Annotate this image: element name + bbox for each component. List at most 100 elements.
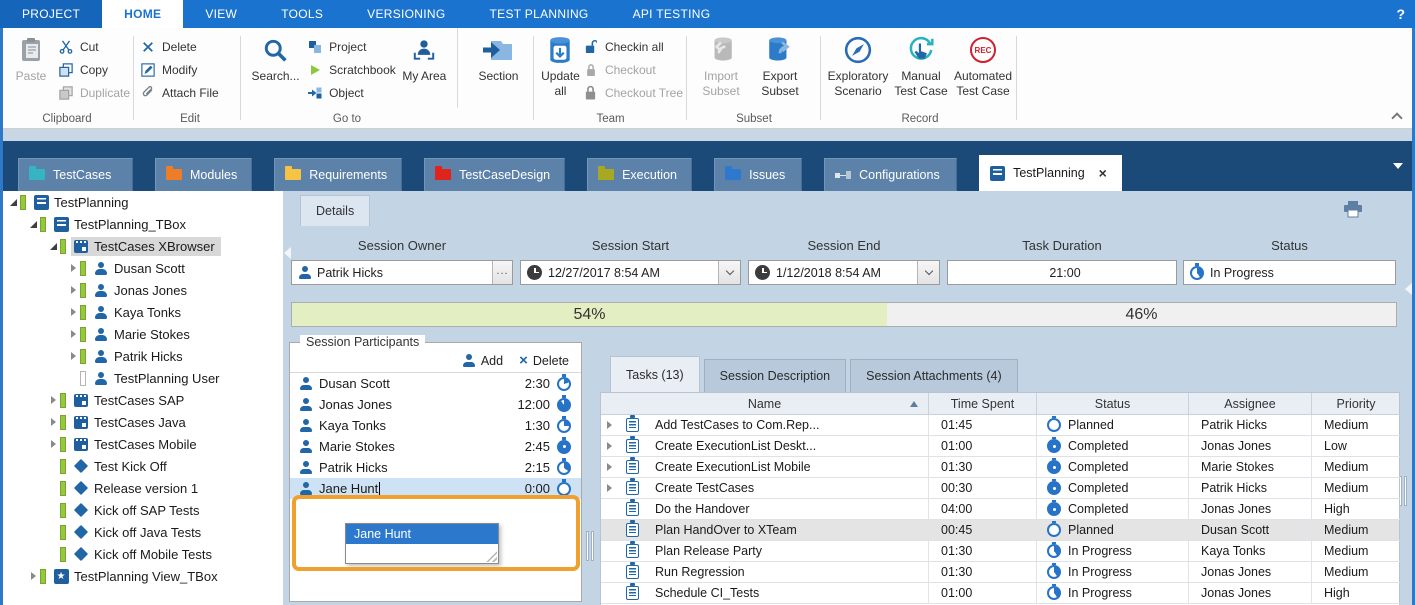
delete-button[interactable]: Delete — [140, 38, 219, 55]
tree-item-marie-stokes[interactable]: Marie Stokes — [0, 323, 283, 345]
copy-button[interactable]: Copy — [58, 61, 130, 78]
expander-icon[interactable] — [66, 264, 80, 272]
stopwatch-icon[interactable] — [557, 461, 571, 475]
close-tab-icon[interactable]: × — [1099, 165, 1107, 181]
menu-tab-project[interactable]: PROJECT — [0, 0, 102, 28]
collapse-left-icon[interactable] — [284, 247, 291, 259]
stopwatch-icon[interactable] — [557, 482, 571, 496]
task-duration-input[interactable]: 21:00 — [947, 260, 1177, 285]
doc-tab-execution[interactable]: Execution — [587, 158, 692, 191]
expander-icon[interactable] — [603, 442, 617, 450]
stopwatch-icon[interactable] — [557, 440, 571, 454]
collapse-right-icon[interactable] — [1405, 283, 1412, 295]
participant-row[interactable]: Dusan Scott 2:30 — [290, 373, 581, 394]
splitter-grip[interactable] — [586, 531, 589, 561]
resize-grip[interactable] — [486, 551, 497, 562]
expander-icon[interactable] — [26, 572, 40, 580]
add-participant-button[interactable]: Add — [463, 354, 503, 368]
tree-item-release-version-1[interactable]: Release version 1 — [0, 477, 283, 499]
checkout-button[interactable]: Checkout — [583, 61, 683, 78]
menu-tab-home[interactable]: HOME — [102, 0, 183, 28]
task-row[interactable]: Schedule CI_Tests 01:00 In Progress Jona… — [601, 583, 1399, 604]
task-row[interactable]: Create TestCases 00:30 Completed Patrik … — [601, 478, 1399, 499]
print-icon[interactable] — [1343, 201, 1363, 218]
column-header-priority[interactable]: Priority — [1312, 393, 1400, 415]
automated-test-case-button[interactable]: REC Automated Test Case — [951, 32, 1015, 104]
expander-icon[interactable] — [66, 286, 80, 294]
expander-icon[interactable] — [603, 484, 617, 492]
attach-file-button[interactable]: Attach File — [140, 84, 219, 101]
section-button[interactable]: Section — [467, 32, 530, 104]
goto-scratchbook-button[interactable]: Scratchbook — [307, 61, 396, 78]
participant-row[interactable]: Marie Stokes 2:45 — [290, 436, 581, 457]
menu-tab-test-planning[interactable]: TEST PLANNING — [468, 0, 611, 28]
goto-project-button[interactable]: Project — [307, 38, 396, 55]
duplicate-button[interactable]: Duplicate — [58, 84, 130, 101]
participant-row[interactable]: Kaya Tonks 1:30 — [290, 415, 581, 436]
export-subset-button[interactable]: Export Subset — [751, 32, 809, 104]
search-button[interactable]: Search... — [244, 32, 307, 104]
tree-item-testplanning-user[interactable]: TestPlanning User — [0, 367, 283, 389]
tab-session-description[interactable]: Session Description — [704, 359, 846, 392]
participant-row[interactable]: Jonas Jones 12:00 — [290, 394, 581, 415]
column-header-name[interactable]: Name — [601, 393, 929, 415]
splitter-grip[interactable] — [1404, 476, 1407, 506]
tab-overflow-icon[interactable] — [1393, 163, 1403, 169]
session-end-dropdown-button[interactable] — [917, 261, 939, 284]
tab-details[interactable]: Details — [300, 195, 370, 226]
tree-item-patrik-hicks[interactable]: Patrik Hicks — [0, 345, 283, 367]
my-area-button[interactable]: My Area — [396, 32, 453, 104]
status-input[interactable]: In Progress — [1183, 260, 1396, 285]
import-subset-button[interactable]: Import Subset — [691, 32, 751, 104]
expander-icon[interactable] — [46, 418, 60, 426]
session-owner-input[interactable]: Patrik Hicks ... — [291, 260, 513, 285]
tree-item-testplanning[interactable]: TestPlanning — [0, 191, 283, 213]
checkin-all-button[interactable]: Checkin all — [583, 38, 683, 55]
goto-object-button[interactable]: Object — [307, 84, 396, 101]
tab-session-attachments[interactable]: Session Attachments (4) — [850, 359, 1017, 392]
doc-tab-requirements[interactable]: Requirements — [274, 158, 402, 191]
column-header-assignee[interactable]: Assignee — [1189, 393, 1312, 415]
ribbon-collapse-icon[interactable] — [1391, 112, 1402, 123]
help-icon[interactable]: ? — [1396, 0, 1405, 28]
tree-item-kick-off-sap-tests[interactable]: Kick off SAP Tests — [0, 499, 283, 521]
expander-icon[interactable] — [66, 308, 80, 316]
doc-tab-testcases[interactable]: TestCases — [18, 158, 133, 191]
expander-icon[interactable] — [46, 396, 60, 404]
tree-item-kaya-tonks[interactable]: Kaya Tonks — [0, 301, 283, 323]
tree-item-dusan-scott[interactable]: Dusan Scott — [0, 257, 283, 279]
tree-item-testcases-mobile[interactable]: TestCases Mobile — [0, 433, 283, 455]
doc-tab-configurations[interactable]: Configurations — [824, 158, 957, 191]
doc-tab-modules[interactable]: Modules — [155, 158, 252, 191]
expander-icon[interactable] — [66, 330, 80, 338]
session-start-input[interactable]: 12/27/2017 8:54 AM — [520, 260, 741, 285]
doc-tab-issues[interactable]: Issues — [714, 158, 802, 191]
tree-item-testcases-java[interactable]: TestCases Java — [0, 411, 283, 433]
participant-name-input[interactable]: Jane Hunt — [319, 481, 507, 496]
tree-item-kick-off-mobile-tests[interactable]: Kick off Mobile Tests — [0, 543, 283, 565]
expander-icon[interactable] — [603, 421, 617, 429]
tree-item-testplanning-view-tbox[interactable]: ★TestPlanning View_TBox — [0, 565, 283, 587]
task-row[interactable]: Create ExecutionList Deskt... 01:00 Comp… — [601, 436, 1399, 457]
expander-icon[interactable] — [26, 221, 40, 228]
session-start-dropdown-button[interactable] — [718, 261, 740, 284]
delete-participant-button[interactable]: × Delete — [519, 353, 569, 368]
tab-tasks[interactable]: Tasks (13) — [610, 356, 700, 392]
tree-item-testcases-sap[interactable]: TestCases SAP — [0, 389, 283, 411]
task-row[interactable]: Run Regression 01:30 In Progress Jonas J… — [601, 562, 1399, 583]
update-all-button[interactable]: Update all — [538, 32, 583, 104]
menu-tab-view[interactable]: VIEW — [183, 0, 259, 28]
expander-icon[interactable] — [46, 243, 60, 250]
doc-tab-testplanning[interactable]: TestPlanning × — [979, 155, 1122, 191]
doc-tab-testcasedesign[interactable]: TestCaseDesign — [424, 158, 565, 191]
column-header-time-spent[interactable]: Time Spent — [929, 393, 1037, 415]
cut-button[interactable]: Cut — [58, 38, 130, 55]
task-row[interactable]: Plan Release Party 01:30 In Progress Kay… — [601, 541, 1399, 562]
exploratory-scenario-button[interactable]: Exploratory Scenario — [825, 32, 891, 104]
splitter-grip[interactable] — [591, 531, 594, 561]
task-row[interactable]: Do the Handover 04:00 Completed Jonas Jo… — [601, 499, 1399, 520]
menu-tab-api-testing[interactable]: API TESTING — [611, 0, 733, 28]
expander-icon[interactable] — [66, 352, 80, 360]
manual-test-case-button[interactable]: Manual Test Case — [891, 32, 951, 104]
expander-icon[interactable] — [6, 199, 20, 206]
